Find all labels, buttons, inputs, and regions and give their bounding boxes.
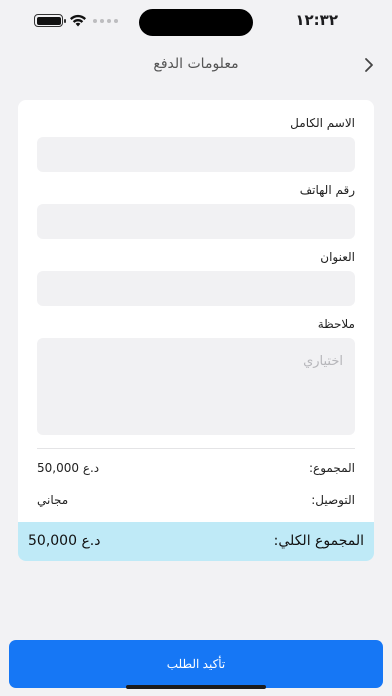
phone-input[interactable] bbox=[37, 204, 355, 239]
page-title: معلومات الدفع bbox=[153, 56, 239, 72]
note-label: ملاحظة bbox=[317, 317, 355, 331]
address-label: العنوان bbox=[320, 250, 355, 264]
home-indicator bbox=[126, 685, 266, 689]
battery-icon bbox=[34, 14, 66, 27]
total-label: المجموع الكلي: bbox=[273, 533, 364, 549]
note-placeholder: اختياري bbox=[303, 354, 343, 369]
delivery-label: التوصيل: bbox=[311, 493, 355, 507]
payment-form-card: الاسم الكامل رقم الهاتف العنوان ملاحظة ا… bbox=[18, 100, 374, 561]
full-name-input[interactable] bbox=[37, 137, 355, 172]
status-time: ١٢:٣٢ bbox=[295, 11, 338, 29]
payment-info-screen: ١٢:٣٢ معلومات الدفع الاسم الكامل رقم اله… bbox=[0, 0, 392, 696]
phone-label: رقم الهاتف bbox=[299, 183, 355, 197]
status-bar: ١٢:٣٢ bbox=[0, 0, 392, 44]
address-input[interactable] bbox=[37, 271, 355, 306]
note-textarea[interactable]: اختياري bbox=[37, 338, 355, 435]
status-icons bbox=[34, 14, 118, 27]
subtotal-value: 50,000 د.ع bbox=[37, 461, 100, 475]
wifi-icon bbox=[70, 14, 86, 27]
confirm-order-button[interactable]: تأكيد الطلب bbox=[9, 640, 383, 688]
confirm-order-label: تأكيد الطلب bbox=[166, 657, 226, 671]
signal-icon bbox=[93, 18, 118, 23]
total-value: 50,000 د.ع bbox=[28, 533, 101, 549]
total-row: المجموع الكلي: 50,000 د.ع bbox=[18, 522, 374, 561]
nav-header: معلومات الدفع bbox=[0, 50, 392, 80]
subtotal-label: المجموع: bbox=[308, 461, 355, 475]
back-button[interactable] bbox=[358, 54, 380, 76]
delivery-value: مجاني bbox=[37, 493, 69, 507]
chevron-right-icon bbox=[365, 58, 373, 72]
divider bbox=[37, 448, 355, 449]
full-name-label: الاسم الكامل bbox=[290, 116, 355, 130]
dynamic-island bbox=[139, 9, 253, 36]
